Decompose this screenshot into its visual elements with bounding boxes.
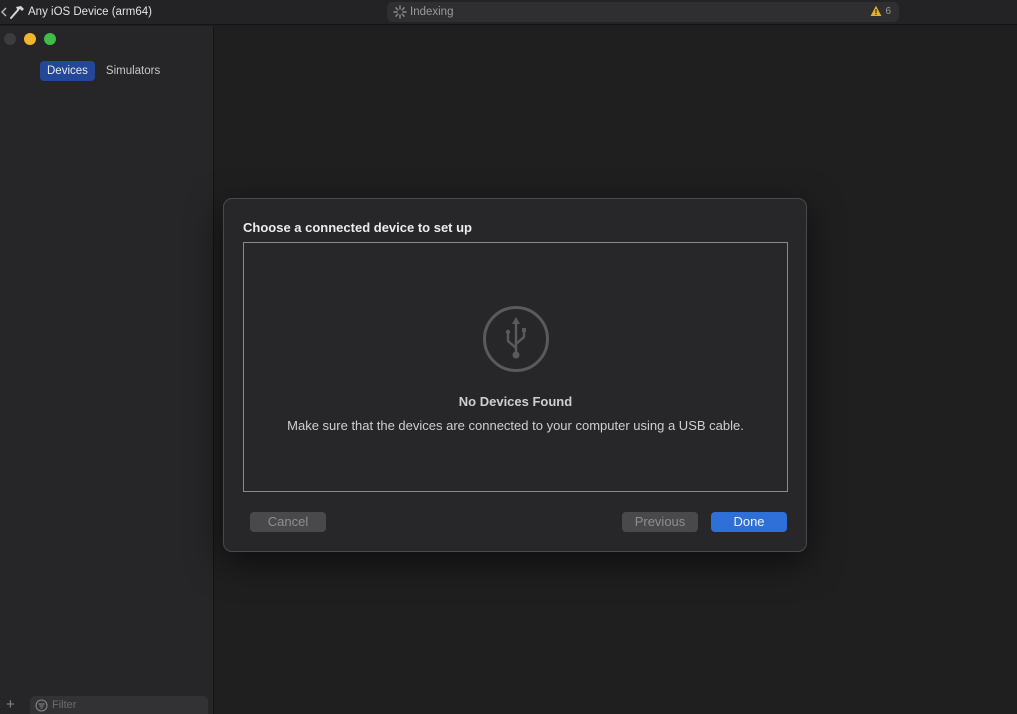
add-device-button[interactable]: +	[6, 697, 15, 713]
spinner-icon	[393, 5, 407, 19]
sidebar: Devices Simulators +	[0, 26, 214, 714]
tab-simulators[interactable]: Simulators	[99, 61, 167, 81]
hammer-icon	[8, 3, 26, 21]
filter-field[interactable]	[30, 696, 208, 714]
empty-state-message: Make sure that the devices are connected…	[287, 418, 744, 433]
filter-icon	[35, 699, 48, 711]
previous-button[interactable]: Previous	[622, 512, 698, 532]
filter-input[interactable]	[52, 699, 202, 711]
scheme-label: Any iOS Device (arm64)	[28, 6, 152, 18]
status-text: Indexing	[410, 6, 454, 18]
activity-status[interactable]: Indexing 6	[387, 2, 899, 22]
usb-icon	[483, 306, 549, 372]
sidebar-footer: +	[0, 696, 214, 714]
toolbar: Any iOS Device (arm64) Indexing 6	[0, 0, 1017, 25]
device-setup-dialog: Choose a connected device to set up No D…	[223, 198, 807, 552]
tab-devices[interactable]: Devices	[40, 61, 95, 81]
empty-state-title: No Devices Found	[458, 394, 573, 409]
chevron-left-icon	[0, 3, 8, 21]
warning-count: 6	[885, 5, 891, 17]
cancel-button[interactable]: Cancel	[250, 512, 326, 532]
close-window-button[interactable]	[4, 33, 16, 45]
done-button[interactable]: Done	[711, 512, 787, 532]
warning-indicator[interactable]: 6	[870, 5, 891, 17]
warning-triangle-icon	[871, 5, 882, 16]
scheme-selector[interactable]: Any iOS Device (arm64)	[0, 3, 152, 21]
minimize-window-button[interactable]	[24, 33, 36, 45]
devices-simulators-switcher: Devices Simulators	[40, 61, 167, 81]
window-controls	[4, 33, 64, 45]
device-list[interactable]: No Devices Found Make sure that the devi…	[243, 242, 788, 492]
zoom-window-button[interactable]	[44, 33, 56, 45]
dialog-title: Choose a connected device to set up	[243, 220, 472, 235]
